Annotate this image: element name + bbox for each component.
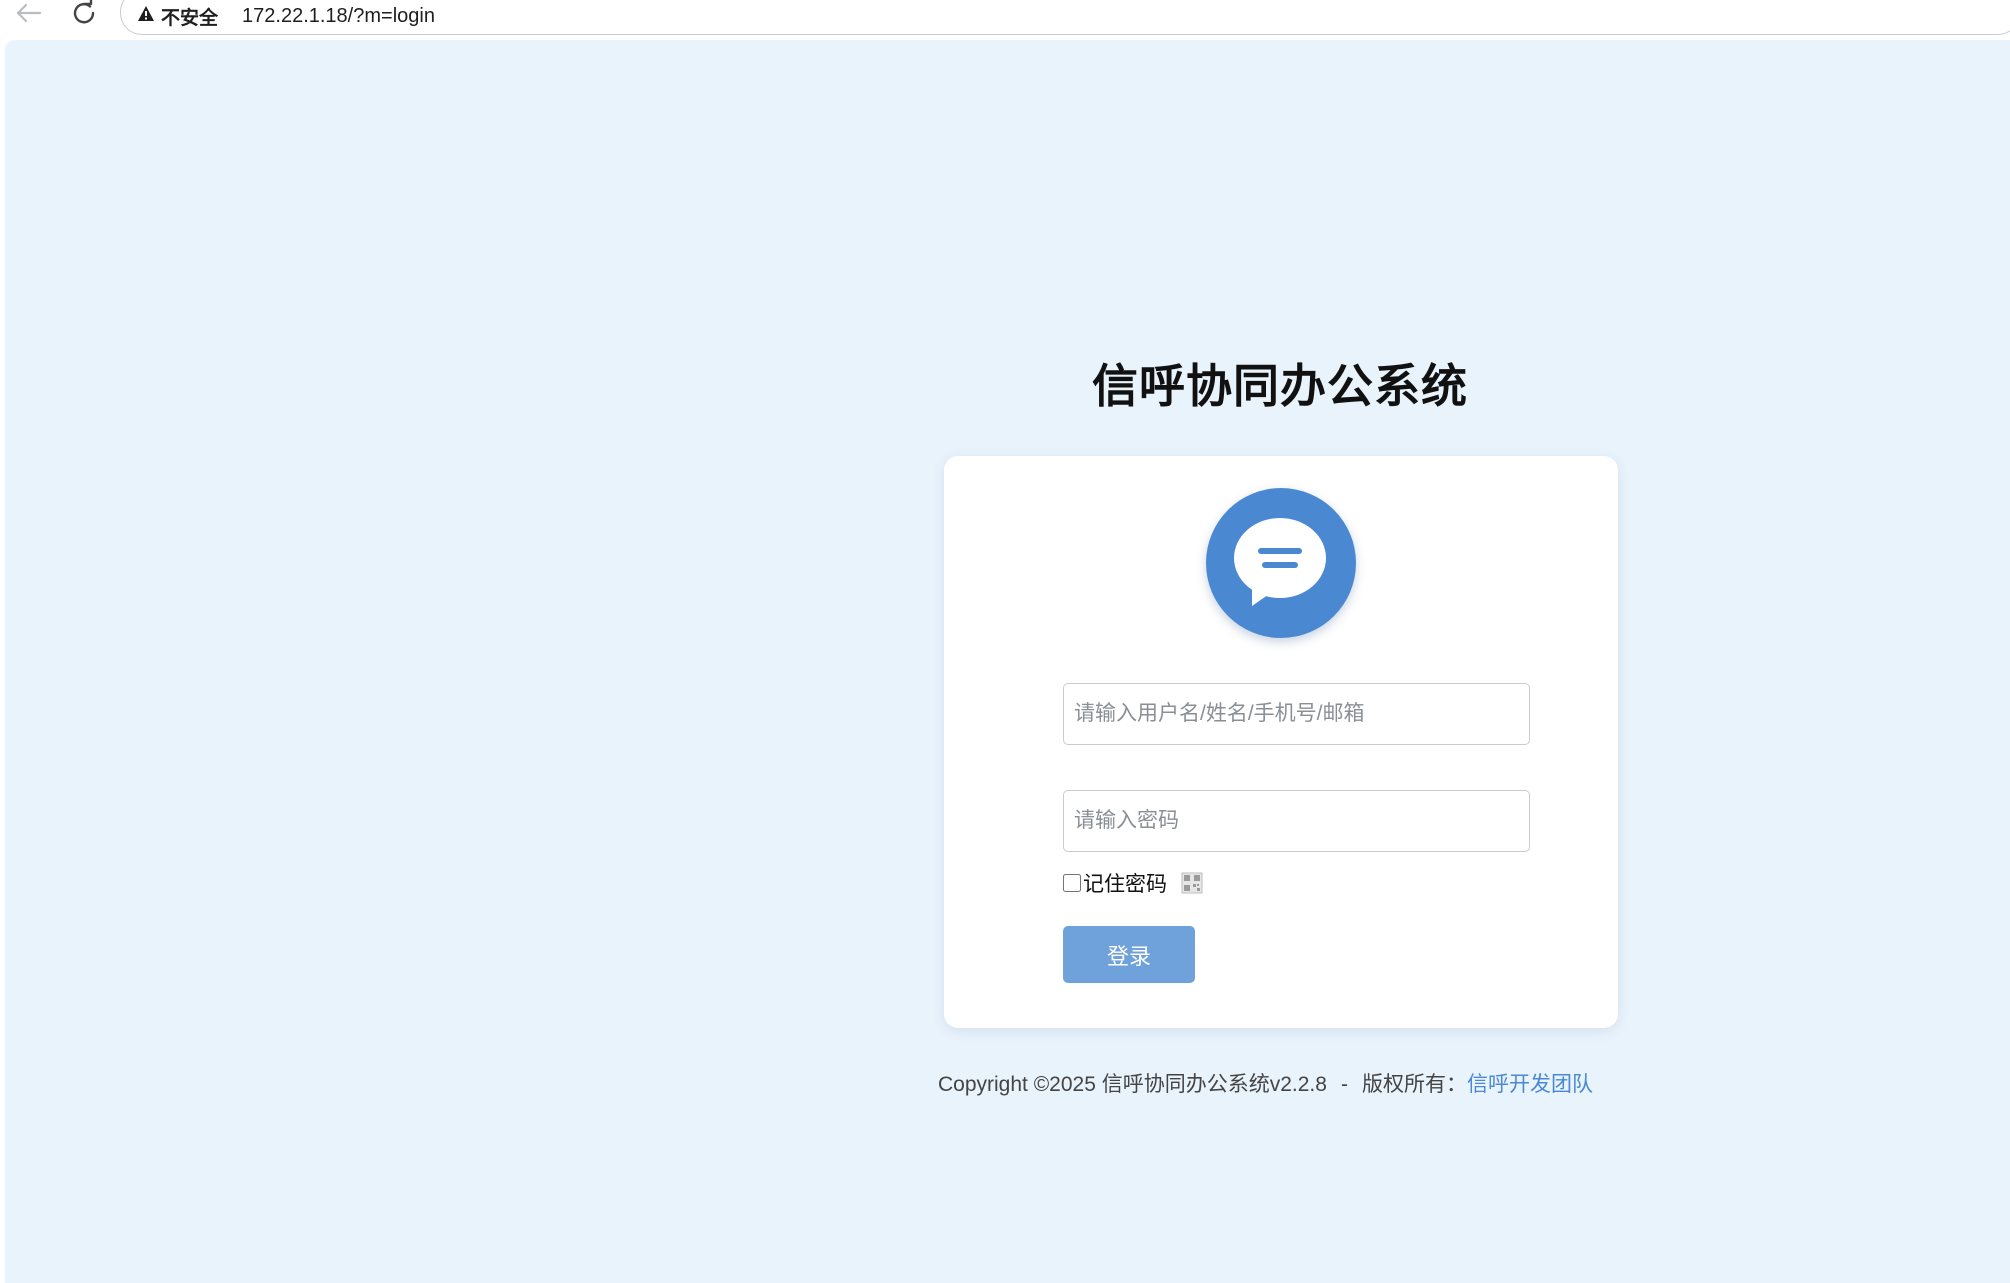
arrow-left-icon	[14, 1, 42, 30]
qrcode-icon[interactable]	[1181, 872, 1203, 894]
reload-button[interactable]	[64, 0, 104, 30]
url-text[interactable]: 172.22.1.18/?m=login	[242, 5, 435, 28]
footer: Copyright ©2025 信呼协同办公系统v2.2.8- 版权所有：信呼开发…	[938, 1068, 1638, 1098]
security-label: 不安全	[161, 8, 219, 29]
page-title: 信呼协同办公系统	[1092, 360, 1468, 412]
security-indicator[interactable]: 不安全	[137, 3, 218, 30]
back-button[interactable]	[8, 0, 48, 30]
remember-checkbox[interactable]	[1063, 874, 1081, 892]
warning-triangle-icon	[137, 5, 155, 28]
remember-password[interactable]: 记住密码	[1063, 868, 1203, 898]
app-logo	[1206, 488, 1356, 638]
footer-separator: -	[1340, 1073, 1348, 1096]
reload-icon	[70, 0, 98, 32]
username-input[interactable]	[1063, 683, 1530, 745]
login-card: 记住密码 登录	[944, 456, 1618, 1028]
password-input[interactable]	[1063, 790, 1530, 852]
copyright-text: Copyright ©2025 信呼协同办公系统v2.2.8	[938, 1073, 1327, 1096]
team-link[interactable]: 信呼开发团队	[1467, 1073, 1593, 1096]
browser-toolbar: 不安全 172.22.1.18/?m=login	[0, 0, 2010, 38]
address-bar[interactable]: 不安全 172.22.1.18/?m=login	[120, 0, 2010, 35]
login-button[interactable]: 登录	[1063, 926, 1195, 983]
remember-label: 记住密码	[1083, 873, 1167, 896]
rights-label: 版权所有：	[1361, 1073, 1467, 1096]
chat-bubble-icon	[1206, 488, 1356, 638]
